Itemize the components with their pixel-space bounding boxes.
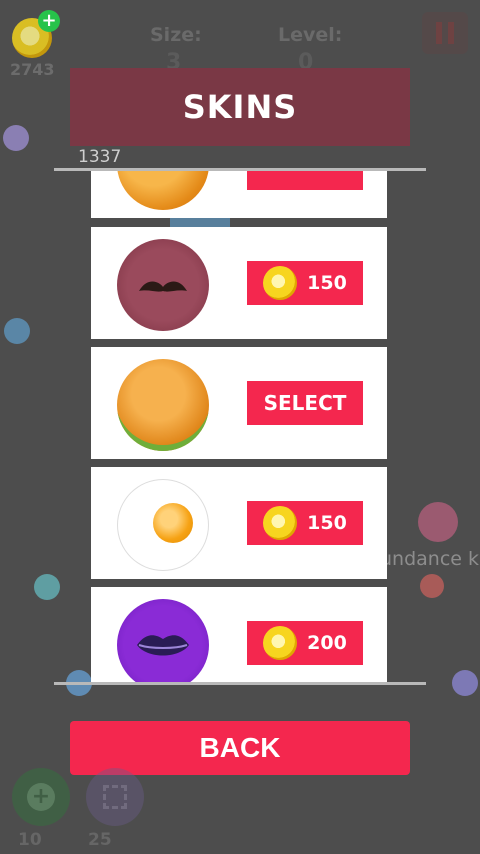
mustache-skin-icon [117, 239, 209, 331]
skin-price: 150 [307, 272, 347, 294]
lips-skin-icon [117, 599, 209, 682]
skins-list[interactable]: 150 SELECT 150 200 [54, 171, 426, 682]
egg-skin-icon [117, 479, 209, 571]
skin-card-mustache[interactable]: 150 [91, 227, 387, 339]
food-dot [3, 125, 29, 151]
score-readout: 1337 [78, 147, 122, 167]
skins-title: SKINS [182, 88, 298, 126]
food-dot [4, 318, 30, 344]
skins-header: SKINS [70, 68, 410, 146]
lips-icon [137, 635, 189, 656]
coin-icon [263, 266, 298, 300]
boost-plus-button[interactable]: + [12, 768, 70, 826]
back-button[interactable]: BACK [70, 721, 410, 775]
skin-card-lips[interactable]: 200 [91, 587, 387, 682]
plus-boost-cost: 10 [18, 830, 42, 850]
pause-icon [448, 22, 454, 44]
skin-buy-button[interactable] [247, 171, 363, 190]
split-boost-cost: 25 [88, 830, 112, 850]
cookie-skin-icon [117, 171, 209, 210]
skin-card-cookie[interactable] [91, 171, 387, 218]
burger-skin-icon [117, 359, 209, 451]
egg-yolk-icon [153, 503, 193, 543]
level-label: Level: [278, 24, 343, 46]
skin-card-egg[interactable]: 150 [91, 467, 387, 579]
select-label: SELECT [263, 391, 347, 415]
coin-count: 2743 [10, 60, 55, 79]
coin-icon [263, 626, 298, 660]
pause-icon [436, 22, 442, 44]
plus-icon: + [27, 783, 55, 811]
buy-egg-button[interactable]: 150 [247, 501, 363, 545]
list-bottom-divider [54, 682, 426, 685]
pause-button[interactable] [422, 12, 468, 54]
add-coins-button[interactable]: + [38, 10, 60, 32]
buy-mustache-button[interactable]: 150 [247, 261, 363, 305]
skin-card-burger[interactable]: SELECT [91, 347, 387, 459]
size-label: Size: [150, 24, 202, 46]
buy-lips-button[interactable]: 200 [247, 621, 363, 665]
boost-split-button[interactable] [86, 768, 144, 826]
select-burger-button[interactable]: SELECT [247, 381, 363, 425]
skin-price: 200 [307, 632, 347, 654]
food-dot [452, 670, 478, 696]
mustache-icon [139, 281, 187, 292]
coin-icon [263, 506, 298, 540]
skin-price: 150 [307, 512, 347, 534]
expand-icon [103, 785, 127, 809]
